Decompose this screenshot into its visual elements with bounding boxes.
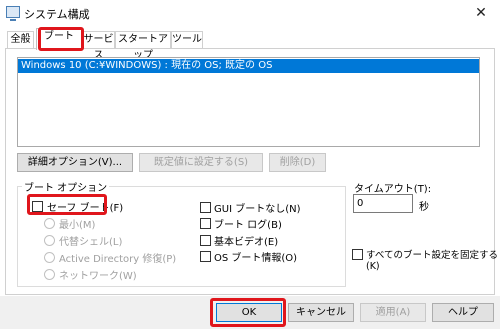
- tab-general[interactable]: 全般: [7, 31, 34, 48]
- tab-startup[interactable]: スタートアップ: [115, 31, 171, 61]
- network-label: ネットワーク(W): [59, 271, 137, 282]
- safe-boot-checkbox[interactable]: [32, 201, 43, 212]
- os-boot-info-checkbox[interactable]: [200, 251, 211, 262]
- timeout-label: タイムアウト(T):: [354, 184, 432, 195]
- no-gui-boot-label: GUI ブートなし(N): [214, 204, 301, 215]
- boot-log-checkbox[interactable]: [200, 218, 211, 229]
- close-button[interactable]: ✕: [470, 4, 492, 22]
- advanced-options-button[interactable]: 詳細オプション(V)...: [17, 153, 133, 172]
- minimal-label: 最小(M): [59, 220, 96, 231]
- timeout-input[interactable]: 0: [353, 194, 413, 213]
- delete-button[interactable]: 削除(D): [269, 153, 326, 172]
- seconds-label: 秒: [419, 202, 429, 213]
- active-directory-repair-label: Active Directory 修復(P): [59, 254, 177, 265]
- ok-button[interactable]: OK: [216, 303, 282, 322]
- os-list[interactable]: Windows 10 (C:¥WINDOWS) : 現在の OS; 既定の OS: [17, 57, 480, 147]
- help-button[interactable]: ヘルプ: [432, 303, 494, 322]
- no-gui-boot-checkbox[interactable]: [200, 202, 211, 213]
- make-permanent-label: すべてのブート設定を固定する(K): [366, 250, 498, 272]
- set-default-button[interactable]: 既定値に設定する(S): [139, 153, 263, 172]
- window-title: システム構成: [24, 8, 90, 21]
- cancel-button[interactable]: キャンセル: [288, 303, 354, 322]
- base-video-label: 基本ビデオ(E): [214, 237, 279, 248]
- alternate-shell-radio[interactable]: [44, 235, 55, 246]
- tab-services[interactable]: サービス: [82, 31, 115, 61]
- apply-button[interactable]: 適用(A): [360, 303, 426, 322]
- tab-boot[interactable]: ブート: [36, 28, 82, 50]
- base-video-checkbox[interactable]: [200, 235, 211, 246]
- active-directory-repair-radio[interactable]: [44, 252, 55, 263]
- boot-log-label: ブート ログ(B): [214, 220, 282, 231]
- os-boot-info-label: OS ブート情報(O): [214, 253, 298, 264]
- minimal-radio[interactable]: [44, 218, 55, 229]
- network-radio[interactable]: [44, 269, 55, 280]
- boot-options-label: ブート オプション: [22, 179, 110, 194]
- alternate-shell-label: 代替シェル(L): [59, 237, 123, 248]
- system-config-icon: [6, 6, 20, 21]
- safe-boot-label: セーフ ブート(F): [47, 203, 124, 214]
- make-permanent-checkbox[interactable]: [352, 249, 363, 260]
- os-list-item-selected[interactable]: Windows 10 (C:¥WINDOWS) : 現在の OS; 既定の OS: [18, 59, 479, 73]
- tab-tools[interactable]: ツール: [171, 31, 203, 48]
